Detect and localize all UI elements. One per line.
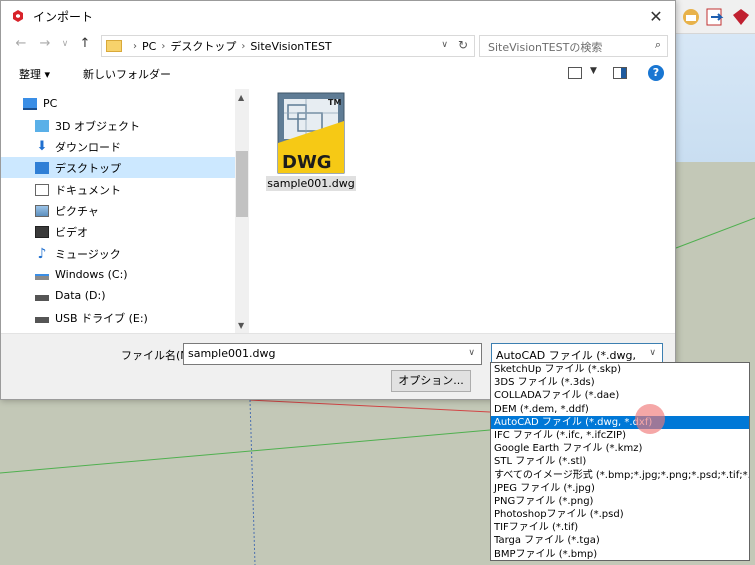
filetype-option[interactable]: COLLADAファイル (*.dae) (491, 389, 749, 402)
desktop-icon (35, 161, 49, 174)
dialog-title: インポート (33, 9, 94, 24)
file-name-label: sample001.dwg (266, 176, 356, 191)
drive-icon (35, 294, 49, 301)
chevron-down-icon[interactable]: ∨ (649, 348, 656, 358)
cursor-highlight (635, 404, 665, 434)
folder-icon (106, 40, 122, 52)
options-button[interactable]: オプション... (391, 370, 471, 392)
address-row: ← → ∨ ↑ › PC › デスクトップ › SiteVisionTEST ∨… (1, 31, 675, 59)
sketchup-app-icon (13, 10, 23, 22)
view-options-icon[interactable] (568, 67, 582, 79)
nav-item-label: デスクトップ (55, 161, 121, 175)
filetype-option[interactable]: 3DS ファイル (*.3ds) (491, 376, 749, 389)
filetype-option[interactable]: STL ファイル (*.stl) (491, 455, 749, 468)
nav-item-downloads[interactable]: ⬇ ダウンロード (1, 136, 235, 157)
nav-item-videos[interactable]: ビデオ (1, 221, 235, 242)
command-bar: 整理 ▾ 新しいフォルダー ▼ ? (1, 61, 675, 87)
breadcrumb-folder[interactable]: SiteVisionTEST (250, 40, 331, 53)
nav-item-label: USB ドライブ (E:) (55, 311, 148, 325)
search-input[interactable]: SiteVisionTESTの検索 ⌕ (479, 35, 668, 57)
nav-item-label: ビデオ (55, 225, 88, 239)
filename-input[interactable]: sample001.dwg ∨ (183, 343, 482, 365)
chevron-right-icon: › (161, 40, 166, 52)
filetype-option[interactable]: SketchUp ファイル (*.skp) (491, 363, 749, 376)
preview-pane-icon[interactable] (613, 67, 627, 79)
pc-icon (23, 97, 37, 110)
navigation-pane: PC 3D オブジェクト ⬇ ダウンロード デスクトップ ドキュメント ピクチャ… (1, 89, 249, 333)
recent-locations-icon[interactable]: ∨ (57, 36, 73, 52)
address-bar[interactable]: › PC › デスクトップ › SiteVisionTEST ∨ ↻ (101, 35, 475, 57)
chevron-right-icon: › (241, 40, 246, 52)
nav-item-label: ダウンロード (55, 140, 121, 154)
nav-item-label: Windows (C:) (55, 268, 128, 281)
chevron-down-icon[interactable]: ∨ (468, 348, 475, 358)
filetype-option[interactable]: IFC ファイル (*.ifc, *.ifcZIP) (491, 429, 749, 442)
help-icon[interactable]: ? (648, 65, 664, 81)
filetype-option[interactable]: すべてのイメージ形式 (*.bmp;*.jpg;*.png;*.psd;*.ti… (491, 469, 749, 482)
nav-item-label: PC (43, 97, 58, 110)
refresh-icon[interactable]: ↻ (458, 38, 468, 52)
search-placeholder: SiteVisionTESTの検索 (488, 41, 603, 54)
organize-button[interactable]: 整理 ▾ (19, 66, 50, 82)
chevron-down-icon[interactable]: ∨ (441, 40, 448, 50)
filetype-dropdown-list: SketchUp ファイル (*.skp) 3DS ファイル (*.3ds) COL… (490, 362, 750, 561)
nav-item-3d-objects[interactable]: 3D オブジェクト (1, 115, 235, 136)
filetype-option[interactable]: Google Earth ファイル (*.kmz) (491, 442, 749, 455)
pictures-icon (35, 204, 49, 217)
new-folder-button[interactable]: 新しいフォルダー (83, 66, 171, 82)
back-arrow-icon[interactable]: ← (13, 36, 29, 52)
filetype-option[interactable]: Photoshopファイル (*.psd) (491, 508, 749, 521)
file-list-area: DWG TM sample001.dwg (251, 89, 675, 333)
title-bar: インポート ✕ (1, 1, 675, 31)
dwg-label: DWG (282, 152, 332, 173)
nav-item-usb-drive[interactable]: USB ドライブ (E:) (1, 307, 235, 328)
filename-value: sample001.dwg (188, 347, 276, 360)
nav-item-pc[interactable]: PC (1, 93, 235, 114)
filetype-option[interactable]: JPEG ファイル (*.jpg) (491, 482, 749, 495)
up-arrow-icon[interactable]: ↑ (77, 36, 93, 52)
documents-icon (35, 183, 49, 196)
import-dialog: インポート ✕ ← → ∨ ↑ › PC › デスクトップ › SiteVisi… (0, 0, 676, 400)
tm-label: TM (328, 98, 341, 107)
scrollbar-thumb[interactable] (236, 151, 248, 217)
nav-item-drive-c[interactable]: Windows (C:) (1, 264, 235, 285)
3d-objects-icon (35, 119, 49, 132)
scroll-down-icon[interactable]: ▼ (238, 321, 244, 330)
filetype-option[interactable]: DEM (*.dem, *.ddf) (491, 403, 749, 416)
videos-icon (35, 225, 49, 238)
drive-icon (35, 273, 49, 280)
nav-item-label: ミュージック (55, 247, 121, 261)
breadcrumb-pc[interactable]: PC (142, 40, 156, 53)
breadcrumb-desktop[interactable]: デスクトップ (170, 38, 236, 54)
forward-arrow-icon[interactable]: → (37, 36, 53, 52)
chevron-down-icon[interactable]: ▼ (590, 66, 597, 76)
nav-item-label: ピクチャ (55, 204, 99, 218)
nav-item-drive-d[interactable]: Data (D:) (1, 285, 235, 306)
nav-item-pictures[interactable]: ピクチャ (1, 200, 235, 221)
filetype-option[interactable]: AutoCAD ファイル (*.dwg, *.dxf) (491, 415, 749, 429)
dwg-file-icon: DWG TM (277, 92, 345, 174)
nav-item-desktop[interactable]: デスクトップ (1, 157, 235, 178)
usb-drive-icon (35, 316, 49, 323)
download-icon: ⬇ (36, 138, 48, 154)
search-icon: ⌕ (654, 38, 661, 51)
chevron-right-icon: › (133, 40, 137, 52)
filetype-option[interactable]: Targa ファイル (*.tga) (491, 534, 749, 547)
nav-item-music[interactable]: ♪ ミュージック (1, 243, 235, 264)
music-icon: ♪ (37, 245, 47, 262)
filetype-option[interactable]: TIFファイル (*.tif) (491, 521, 749, 534)
scroll-up-icon[interactable]: ▲ (238, 93, 244, 102)
nav-item-label: ドキュメント (55, 183, 121, 197)
nav-item-label: 3D オブジェクト (55, 119, 140, 133)
nav-item-label: Data (D:) (55, 289, 106, 302)
filetype-option[interactable]: BMPファイル (*.bmp) (491, 548, 749, 561)
file-item[interactable]: DWG TM sample001.dwg (266, 91, 356, 195)
filetype-option[interactable]: PNGファイル (*.png) (491, 495, 749, 508)
close-button[interactable]: ✕ (637, 1, 675, 31)
nav-item-documents[interactable]: ドキュメント (1, 179, 235, 200)
nav-scrollbar[interactable]: ▲ ▼ (235, 89, 249, 333)
